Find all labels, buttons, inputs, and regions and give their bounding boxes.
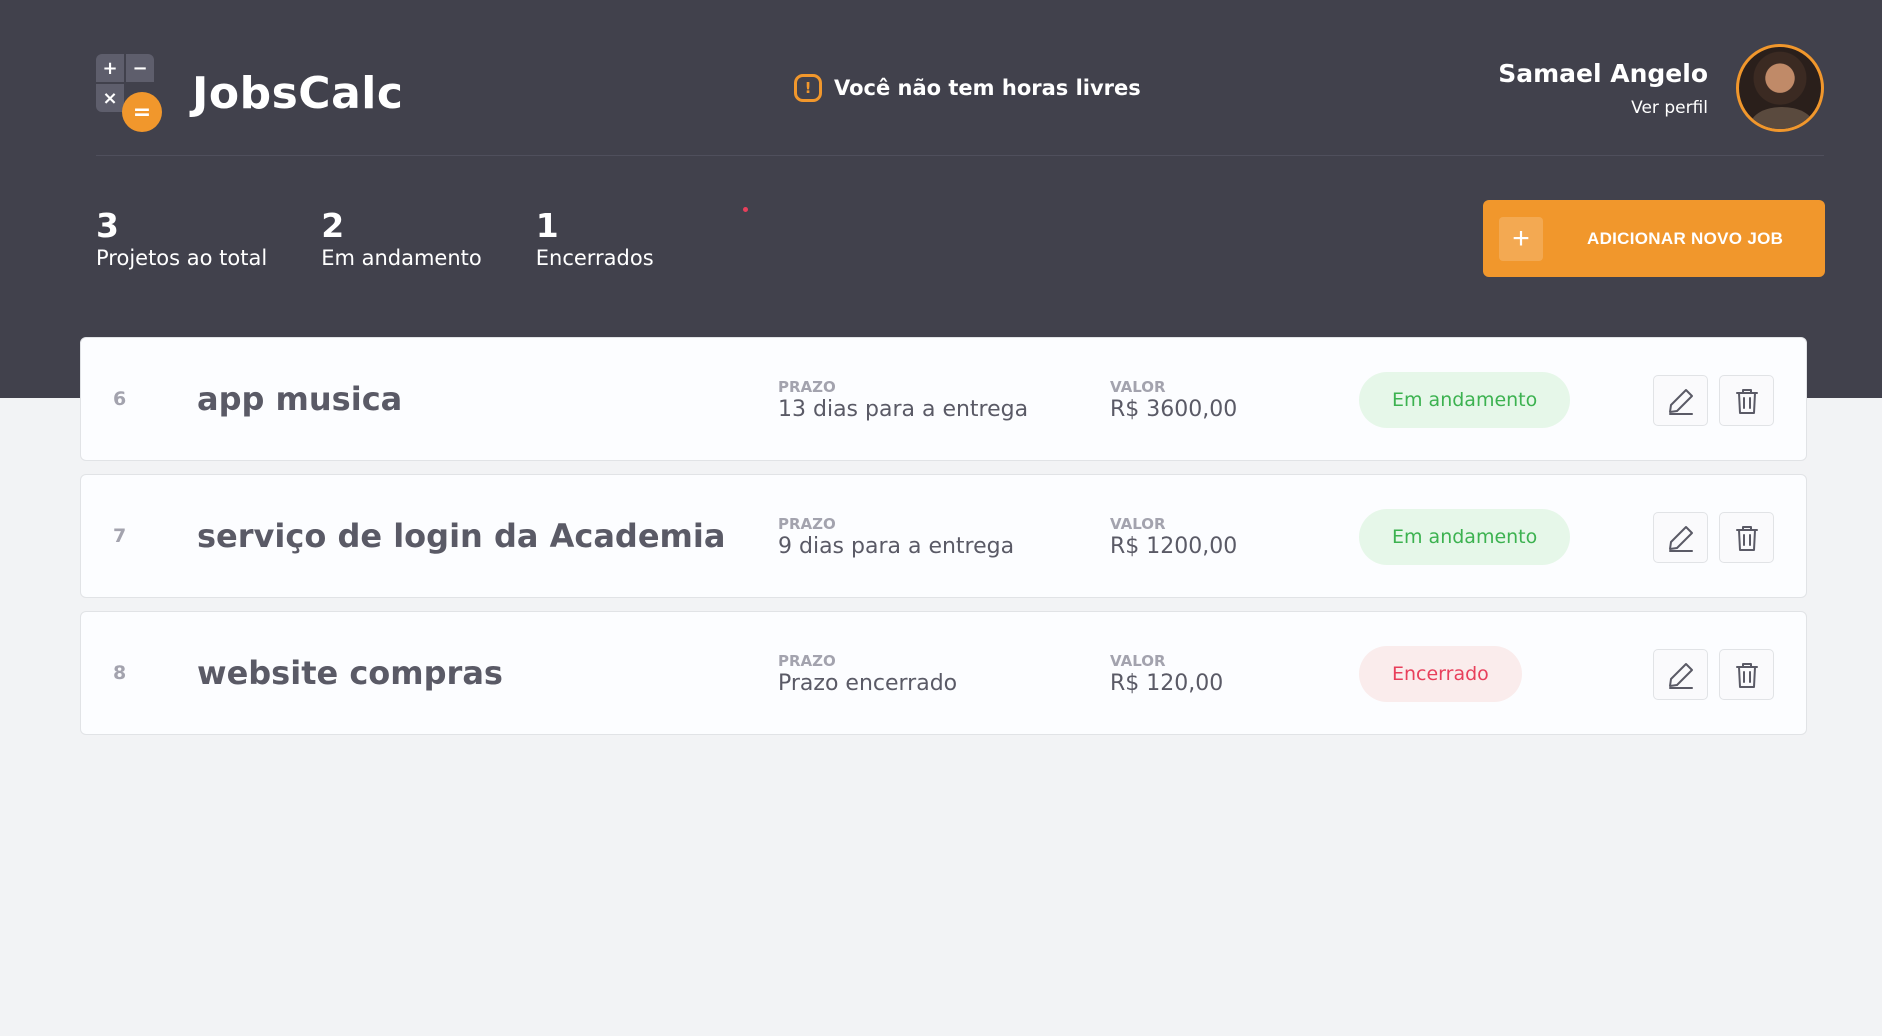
- pencil-icon: [1668, 388, 1693, 415]
- job-name: website compras: [197, 654, 503, 692]
- status-badge: Em andamento: [1359, 372, 1571, 428]
- status-badge: Em andamento: [1359, 509, 1571, 565]
- job-list: 6 app musica PRAZO 13 dias para a entreg…: [80, 337, 1807, 748]
- value-amount: R$ 1200,00: [1110, 534, 1238, 559]
- job-card: 6 app musica PRAZO 13 dias para a entreg…: [80, 337, 1807, 461]
- profile-name: Samael Angelo: [1498, 58, 1708, 88]
- app-name: JobsCalc: [192, 67, 404, 119]
- delete-button[interactable]: [1719, 512, 1774, 563]
- view-profile-link[interactable]: Ver perfil: [1498, 98, 1708, 118]
- stat-total-projects: 3 Projetos ao total: [96, 206, 267, 270]
- stat-label: Em andamento: [321, 246, 482, 270]
- top-bar: + − × = JobsCalc ! Você não tem horas li…: [96, 44, 1824, 156]
- job-id: 6: [113, 388, 127, 410]
- stat-value: 1: [535, 206, 559, 245]
- free-hours-alert: ! Você não tem horas livres: [794, 74, 1141, 102]
- deadline-caption: PRAZO: [778, 652, 836, 670]
- job-deadline: PRAZO 13 dias para a entrega: [778, 378, 1028, 424]
- deadline-value: Prazo encerrado: [778, 671, 958, 696]
- deadline-value: 13 dias para a entrega: [778, 397, 1029, 422]
- stat-value: 3: [96, 206, 119, 245]
- logo-times-symbol: ×: [96, 84, 124, 112]
- value-caption: VALOR: [1110, 378, 1166, 396]
- value-caption: VALOR: [1110, 515, 1166, 533]
- alert-icon: !: [794, 74, 822, 102]
- value-amount: R$ 120,00: [1110, 671, 1224, 696]
- avatar-shirt: [1751, 107, 1813, 129]
- add-new-job-button[interactable]: + ADICIONAR NOVO JOB: [1483, 200, 1825, 277]
- delete-button[interactable]: [1719, 375, 1774, 426]
- logo-minus-symbol: −: [126, 54, 154, 82]
- job-id: 7: [113, 525, 127, 547]
- stat-in-progress: 2 Em andamento: [321, 206, 482, 270]
- user-profile[interactable]: Samael Angelo Ver perfil: [1498, 44, 1824, 132]
- stat-closed: 1 Encerrados: [536, 206, 654, 270]
- job-name: serviço de login da Academia: [197, 517, 726, 555]
- stat-label: Projetos ao total: [96, 246, 268, 270]
- avatar[interactable]: [1736, 44, 1824, 132]
- pencil-icon: [1668, 662, 1693, 689]
- trash-icon: [1735, 662, 1758, 688]
- edit-button[interactable]: [1653, 649, 1708, 700]
- job-card: 8 website compras PRAZO Prazo encerrado …: [80, 611, 1807, 735]
- value-caption: VALOR: [1110, 652, 1166, 670]
- status-badge: Encerrado: [1359, 646, 1522, 702]
- logo-equals-symbol: =: [122, 92, 162, 132]
- add-new-job-label: ADICIONAR NOVO JOB: [1587, 228, 1784, 248]
- plus-icon: +: [1499, 216, 1543, 261]
- alert-text: Você não tem horas livres: [834, 76, 1141, 100]
- job-stats: 3 Projetos ao total 2 Em andamento 1 Enc…: [96, 206, 654, 270]
- deadline-caption: PRAZO: [778, 378, 836, 396]
- value-amount: R$ 3600,00: [1110, 397, 1238, 422]
- job-deadline: PRAZO 9 dias para a entrega: [778, 515, 1014, 561]
- pencil-icon: [1668, 525, 1693, 552]
- job-name: app musica: [197, 380, 403, 418]
- calculator-logo-icon: + − × =: [96, 54, 162, 132]
- deadline-caption: PRAZO: [778, 515, 836, 533]
- job-value: VALOR R$ 120,00: [1110, 652, 1223, 698]
- job-value: VALOR R$ 1200,00: [1110, 515, 1237, 561]
- edit-button[interactable]: [1653, 375, 1708, 426]
- logo-plus-symbol: +: [96, 54, 124, 82]
- trash-icon: [1735, 525, 1758, 551]
- profile-text: Samael Angelo Ver perfil: [1498, 59, 1708, 118]
- edit-button[interactable]: [1653, 512, 1708, 563]
- job-id: 8: [113, 662, 127, 684]
- job-card: 7 serviço de login da Academia PRAZO 9 d…: [80, 474, 1807, 598]
- stat-value: 2: [321, 206, 345, 245]
- stat-label: Encerrados: [535, 246, 654, 270]
- delete-button[interactable]: [1719, 649, 1774, 700]
- notification-dot: [743, 207, 748, 212]
- job-deadline: PRAZO Prazo encerrado: [778, 652, 957, 698]
- trash-icon: [1735, 388, 1758, 414]
- app-logo[interactable]: + − × = JobsCalc: [96, 54, 404, 132]
- deadline-value: 9 dias para a entrega: [778, 534, 1015, 559]
- job-value: VALOR R$ 3600,00: [1110, 378, 1237, 424]
